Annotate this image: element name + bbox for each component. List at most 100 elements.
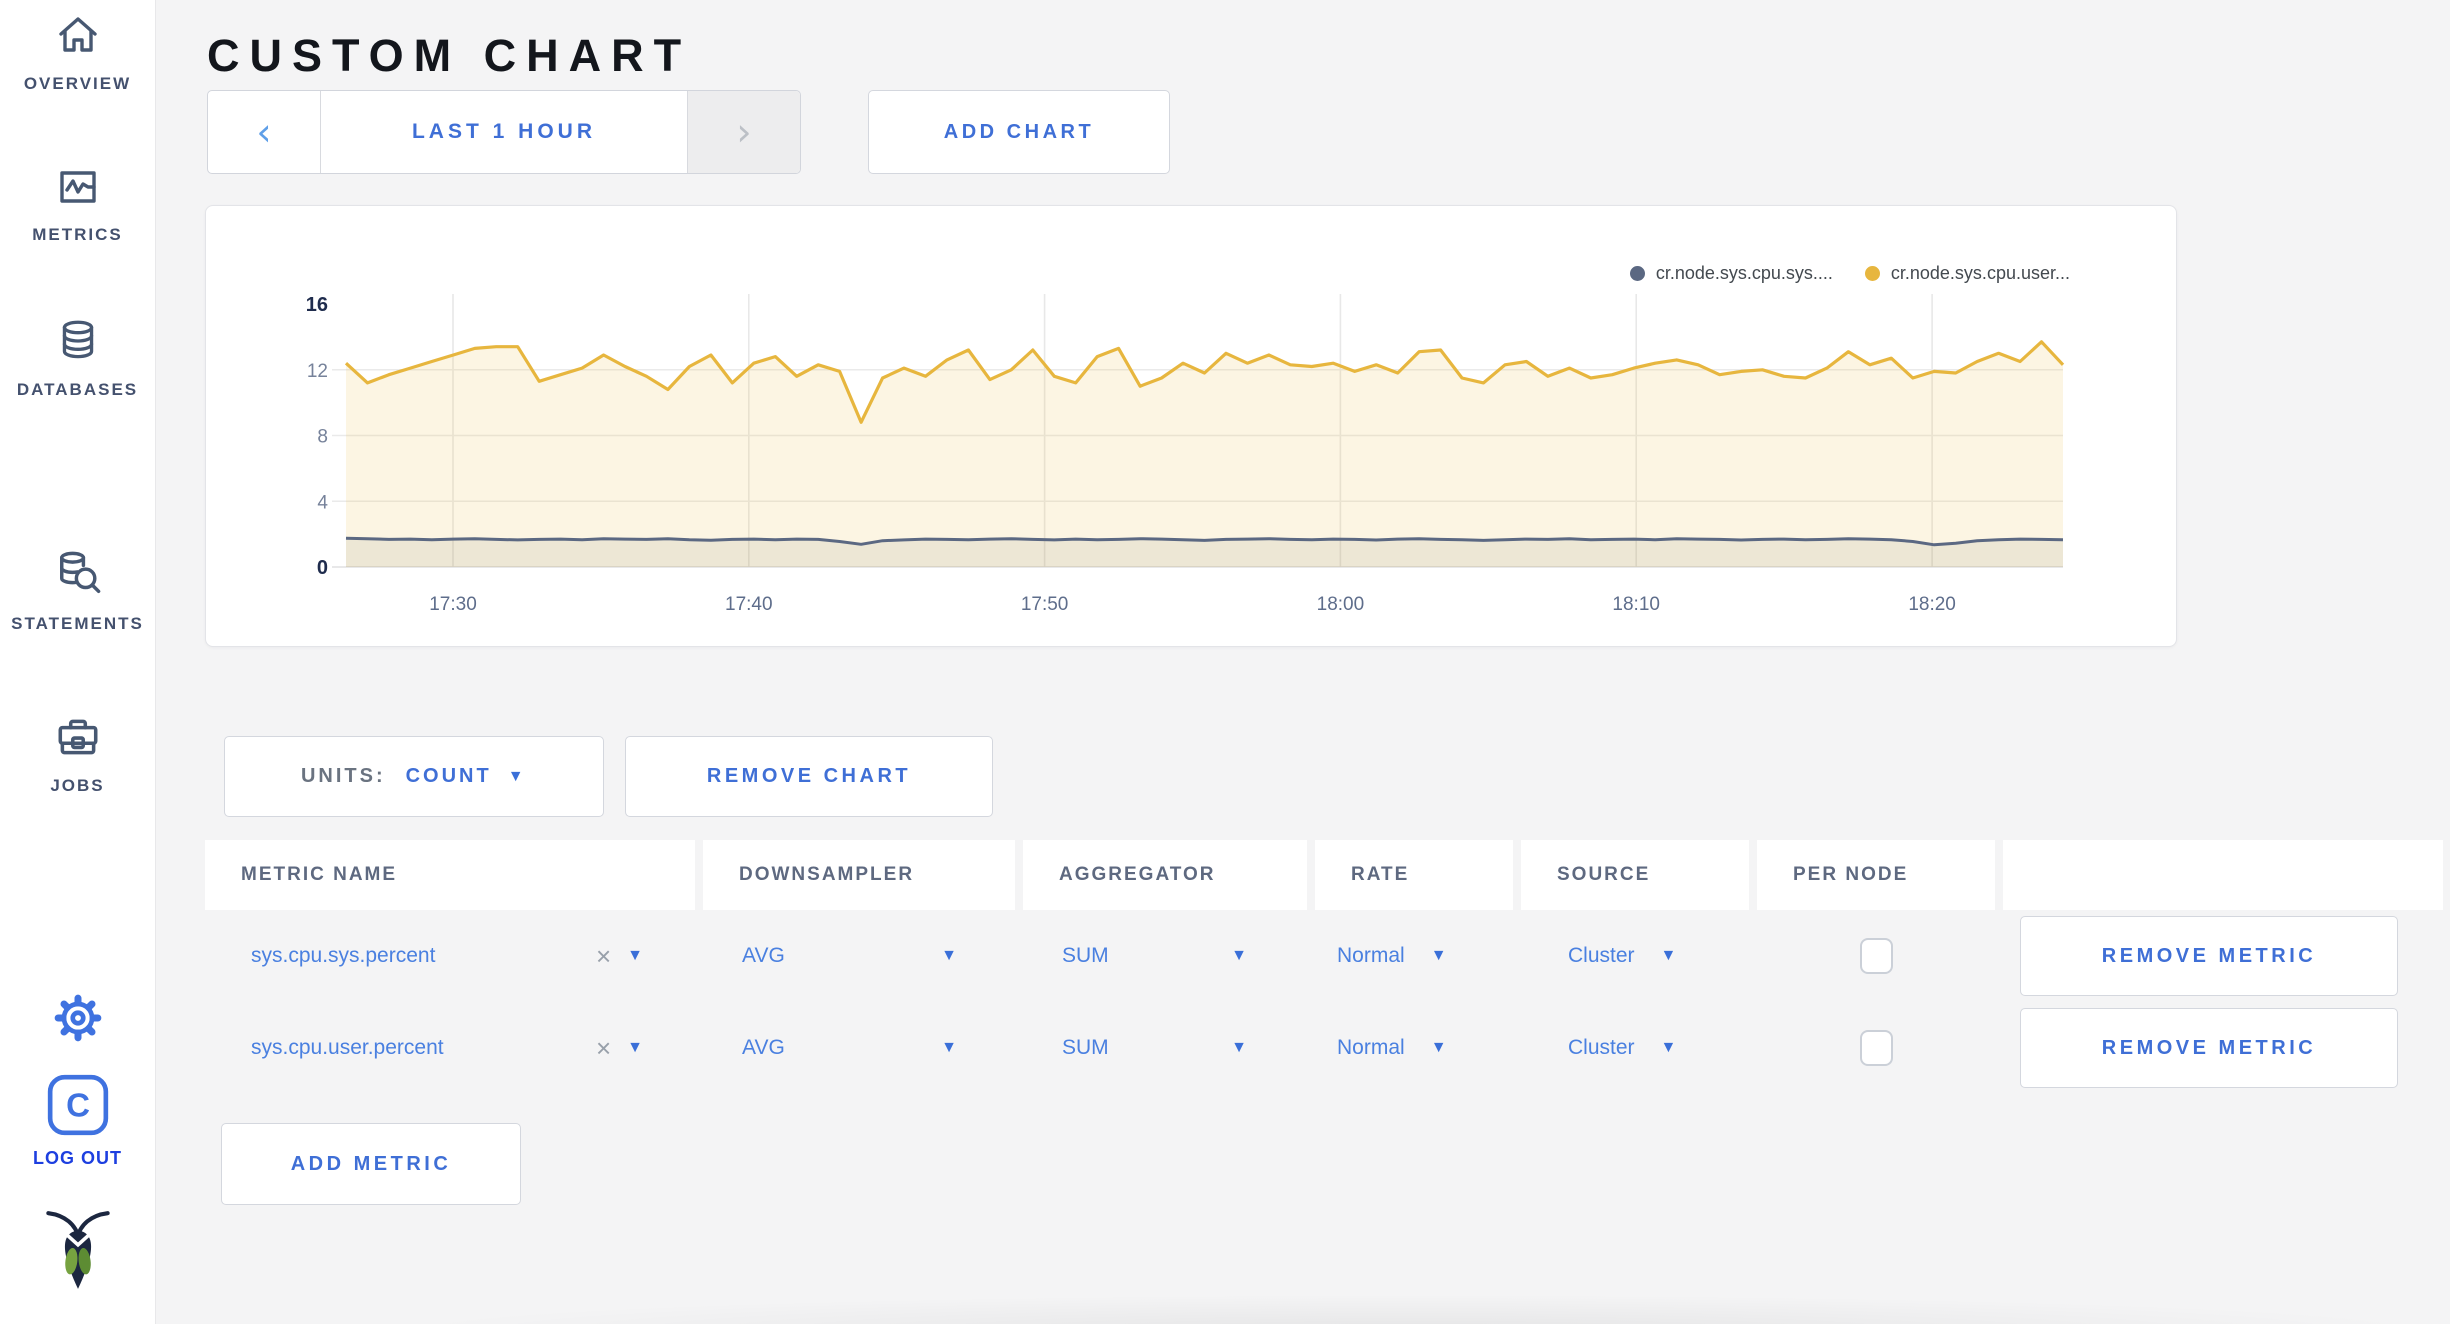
add-chart-button[interactable]: ADD CHART: [868, 90, 1170, 174]
svg-text:18:00: 18:00: [1317, 594, 1365, 615]
svg-text:8: 8: [317, 427, 328, 448]
units-value: COUNT: [405, 765, 492, 787]
downsampler-value: AVG: [742, 944, 785, 967]
metrics-table: METRIC NAME DOWNSAMPLER AGGREGATOR RATE …: [205, 840, 2443, 1094]
aggregator-dropdown[interactable]: SUM ▼: [1023, 910, 1307, 1002]
svg-text:17:30: 17:30: [429, 594, 477, 615]
units-dropdown[interactable]: UNITS: COUNT ▼: [224, 736, 604, 817]
chevron-down-icon: ▼: [507, 767, 528, 785]
svg-text:C: C: [66, 1086, 90, 1123]
chevron-right-icon: ›: [736, 110, 752, 154]
sidebar-item-label: STATEMENTS: [11, 614, 144, 633]
col-header-downsampler: DOWNSAMPLER: [703, 840, 1015, 910]
clear-icon[interactable]: ×: [596, 941, 611, 972]
aggregator-value: SUM: [1062, 1036, 1109, 1059]
sidebar-item-label: JOBS: [50, 776, 105, 795]
clear-icon[interactable]: ×: [596, 1033, 611, 1064]
legend-item-user[interactable]: cr.node.sys.cpu.user...: [1864, 263, 2070, 284]
per-node-cell: [1757, 1002, 1995, 1094]
time-range-prev-button[interactable]: ‹: [208, 91, 320, 173]
chevron-down-icon: ▼: [627, 1039, 643, 1056]
col-header-rate: RATE: [1315, 840, 1513, 910]
logout-button[interactable]: C LOG OUT: [0, 1072, 155, 1169]
sidebar-item-overview[interactable]: OVERVIEW: [0, 12, 155, 94]
sidebar-item-databases[interactable]: DATABASES: [0, 316, 155, 400]
col-header-aggregator: AGGREGATOR: [1023, 840, 1307, 910]
add-metric-button[interactable]: ADD METRIC: [221, 1123, 521, 1205]
per-node-checkbox[interactable]: [1859, 1030, 1893, 1066]
legend-dot-user: [1864, 266, 1880, 281]
aggregator-value: SUM: [1062, 944, 1109, 967]
settings-gear-button[interactable]: [0, 990, 155, 1046]
per-node-checkbox[interactable]: [1859, 938, 1893, 974]
sidebar-item-jobs[interactable]: JOBS: [0, 712, 155, 796]
gear-icon: [50, 990, 106, 1046]
rate-value: Normal: [1337, 944, 1405, 967]
chevron-down-icon: ▼: [1231, 947, 1247, 964]
metric-name-cell: sys.cpu.user.percent × ▼: [205, 1002, 695, 1094]
time-range-value[interactable]: LAST 1 HOUR: [320, 91, 688, 173]
actions-cell: REMOVE METRIC: [2003, 1002, 2443, 1094]
sidebar-item-label: DATABASES: [16, 380, 139, 399]
rate-dropdown[interactable]: Normal ▼: [1315, 910, 1513, 1002]
aggregator-dropdown[interactable]: SUM ▼: [1023, 1002, 1307, 1094]
remove-metric-button[interactable]: REMOVE METRIC: [2020, 916, 2398, 996]
actions-cell: REMOVE METRIC: [2003, 910, 2443, 1002]
sidebar: OVERVIEW METRICS DATABASES STATEMENTS JO…: [0, 0, 156, 1324]
rate-dropdown[interactable]: Normal ▼: [1315, 1002, 1513, 1094]
metrics-table-header: METRIC NAME DOWNSAMPLER AGGREGATOR RATE …: [205, 840, 2443, 910]
downsampler-dropdown[interactable]: AVG ▼: [703, 910, 1015, 1002]
source-value: Cluster: [1568, 1036, 1635, 1059]
col-header-per-node: PER NODE: [1757, 840, 1995, 910]
source-dropdown[interactable]: Cluster ▼: [1521, 1002, 1749, 1094]
databases-icon: [53, 316, 103, 366]
per-node-cell: [1757, 910, 1995, 1002]
metric-select-controls[interactable]: × ▼: [596, 1033, 643, 1064]
chevron-down-icon: ▼: [1430, 947, 1447, 964]
sidebar-item-label: METRICS: [32, 225, 123, 244]
legend-label-sys: cr.node.sys.cpu.sys....: [1655, 263, 1833, 283]
svg-text:0: 0: [317, 557, 328, 579]
bottom-shadow: [380, 1294, 2450, 1324]
cockroach-bug-logo: [0, 1205, 155, 1297]
source-dropdown[interactable]: Cluster ▼: [1521, 910, 1749, 1002]
svg-text:17:50: 17:50: [1021, 594, 1069, 615]
svg-text:18:20: 18:20: [1908, 594, 1956, 615]
sidebar-item-metrics[interactable]: METRICS: [0, 163, 155, 245]
sidebar-item-label: OVERVIEW: [23, 74, 132, 93]
chevron-down-icon: ▼: [1231, 1039, 1247, 1056]
metric-select-controls[interactable]: × ▼: [596, 941, 643, 972]
downsampler-dropdown[interactable]: AVG ▼: [703, 1002, 1015, 1094]
table-row: sys.cpu.sys.percent × ▼ AVG ▼ SUM ▼ Norm…: [205, 910, 2443, 1002]
chevron-down-icon: ▼: [941, 1039, 957, 1056]
legend-label-user: cr.node.sys.cpu.user...: [1890, 263, 2070, 283]
chart-legend: cr.node.sys.cpu.sys.... cr.node.sys.cpu.…: [1629, 263, 2070, 284]
sidebar-item-statements[interactable]: STATEMENTS: [0, 548, 155, 634]
metric-name-value: sys.cpu.user.percent: [251, 1036, 444, 1059]
cockroach-bug-icon: [42, 1205, 114, 1297]
downsampler-value: AVG: [742, 1036, 785, 1059]
chevron-down-icon: ▼: [1660, 947, 1677, 964]
svg-text:18:10: 18:10: [1612, 594, 1660, 615]
metrics-icon: [54, 163, 102, 211]
chevron-down-icon: ▼: [1430, 1039, 1447, 1056]
home-icon: [54, 12, 102, 60]
chevron-down-icon: ▼: [1660, 1039, 1677, 1056]
jobs-icon: [53, 712, 103, 762]
col-header-source: SOURCE: [1521, 840, 1749, 910]
units-label: UNITS:: [300, 765, 386, 787]
time-range-next-button[interactable]: ›: [688, 91, 800, 173]
page-title: CUSTOM CHART: [207, 30, 692, 82]
statements-icon: [52, 548, 104, 600]
remove-chart-button[interactable]: REMOVE CHART: [625, 736, 993, 817]
remove-metric-button[interactable]: REMOVE METRIC: [2020, 1008, 2398, 1088]
svg-text:4: 4: [317, 492, 328, 513]
chevron-left-icon: ‹: [256, 110, 272, 154]
col-header-actions: [2003, 840, 2443, 910]
rate-value: Normal: [1337, 1036, 1405, 1059]
chart-card: 0 4 8 12 16 17:30 17:40 17:50 18:00 18:10 18:20 cr…: [205, 205, 2177, 647]
col-header-metric-name: METRIC NAME: [205, 840, 695, 910]
source-value: Cluster: [1568, 944, 1635, 967]
chevron-down-icon: ▼: [941, 947, 957, 964]
legend-item-sys[interactable]: cr.node.sys.cpu.sys....: [1629, 263, 1833, 284]
